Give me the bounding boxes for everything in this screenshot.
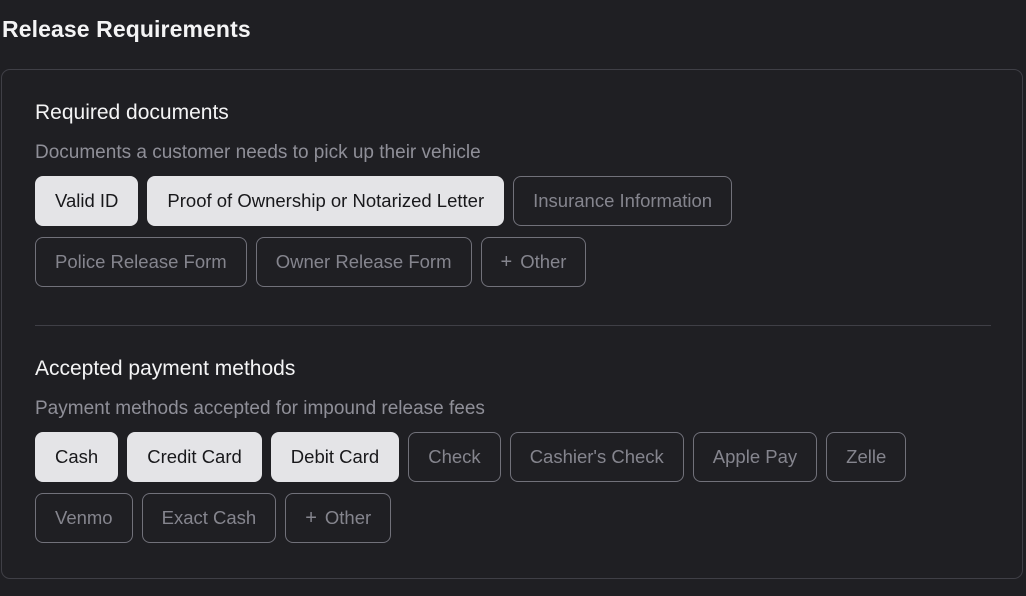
chip-cashiers-check[interactable]: Cashier's Check xyxy=(509,432,684,482)
chip-proof-of-ownership[interactable]: Proof of Ownership or Notarized Letter xyxy=(147,176,505,226)
required-documents-title: Required documents xyxy=(35,101,229,124)
page-title: Release Requirements xyxy=(2,16,251,42)
add-other-payment-button[interactable]: + Other xyxy=(285,493,392,543)
chip-apple-pay[interactable]: Apple Pay xyxy=(692,432,818,482)
chip-insurance-information[interactable]: Insurance Information xyxy=(513,176,733,226)
required-documents-section: Required documents Documents a customer … xyxy=(35,100,991,287)
chip-credit-card[interactable]: Credit Card xyxy=(127,432,262,482)
other-payment-label: Other xyxy=(324,507,372,528)
payment-methods-chips: Cash Credit Card Debit Card Check Cashie… xyxy=(35,432,915,543)
release-requirements-page: Release Requirements Required documents … xyxy=(0,0,1026,596)
chip-cash[interactable]: Cash xyxy=(35,432,119,482)
other-document-label: Other xyxy=(520,251,567,272)
chip-zelle[interactable]: Zelle xyxy=(826,432,907,482)
section-divider xyxy=(35,325,991,326)
chip-exact-cash[interactable]: Exact Cash xyxy=(141,493,277,543)
add-other-document-button[interactable]: + Other xyxy=(480,237,587,287)
payment-methods-description: Payment methods accepted for impound rel… xyxy=(35,398,485,419)
payment-methods-title: Accepted payment methods xyxy=(35,357,296,380)
chip-debit-card[interactable]: Debit Card xyxy=(270,432,400,482)
chip-owner-release-form[interactable]: Owner Release Form xyxy=(255,237,472,287)
payment-methods-section: Accepted payment methods Payment methods… xyxy=(35,356,991,543)
required-documents-chips: Valid ID Proof of Ownership or Notarized… xyxy=(35,176,915,287)
chip-venmo[interactable]: Venmo xyxy=(35,493,133,543)
chip-police-release-form[interactable]: Police Release Form xyxy=(35,237,247,287)
plus-icon: + xyxy=(500,251,513,273)
plus-icon: + xyxy=(305,507,317,529)
chip-valid-id[interactable]: Valid ID xyxy=(35,176,139,226)
requirements-card: Required documents Documents a customer … xyxy=(1,69,1023,579)
required-documents-description: Documents a customer needs to pick up th… xyxy=(35,142,481,163)
chip-check[interactable]: Check xyxy=(408,432,501,482)
